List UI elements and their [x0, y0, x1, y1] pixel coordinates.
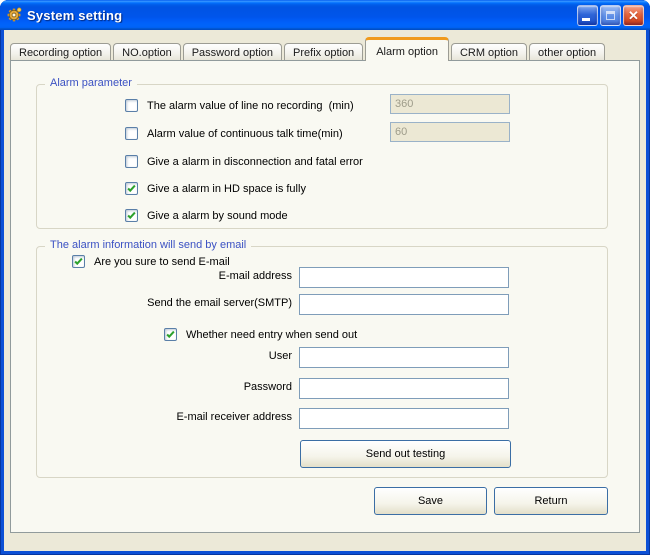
tab-crm-option[interactable]: CRM option — [450, 43, 528, 60]
maximize-icon — [606, 10, 615, 20]
email-receiver-label: E-mail receiver address — [176, 411, 292, 423]
password-label: Password — [243, 381, 292, 393]
entry-when-send-checkbox[interactable] — [164, 328, 177, 341]
system-setting-window: System setting ✕ Recording option NO.opt… — [0, 0, 650, 555]
return-button[interactable]: Return — [494, 487, 608, 515]
entry-when-send-row: Whether need entry when send out — [164, 326, 357, 343]
tab-other-option[interactable]: other option — [529, 43, 606, 60]
continuous-talk-row: Alarm value of continuous talk time(min) — [125, 125, 343, 142]
tab-alarm-option[interactable]: Alarm option — [365, 37, 449, 61]
email-alarm-group: The alarm information will send by email… — [36, 239, 608, 478]
send-email-label: Are you sure to send E-mail — [94, 255, 230, 268]
tab-page-alarm-option: Alarm parameter The alarm value of line … — [10, 60, 640, 533]
email-alarm-group-title: The alarm information will send by email — [45, 239, 252, 251]
client-area: Recording option NO.option Password opti… — [4, 30, 646, 551]
send-out-testing-button[interactable]: Send out testing — [300, 440, 511, 468]
minimize-button[interactable] — [577, 4, 598, 26]
continuous-talk-input — [390, 122, 510, 142]
send-email-checkbox[interactable] — [72, 255, 85, 268]
disconnection-error-row: Give a alarm in disconnection and fatal … — [125, 153, 363, 170]
alarm-parameter-group-title: Alarm parameter — [45, 77, 137, 89]
email-receiver-input[interactable] — [299, 408, 509, 429]
hd-space-full-label: Give a alarm in HD space is fully — [147, 182, 306, 195]
smtp-server-input[interactable] — [299, 294, 509, 315]
app-gear-icon — [6, 7, 22, 23]
alarm-parameter-group: Alarm parameter The alarm value of line … — [36, 77, 608, 229]
email-address-label: E-mail address — [218, 270, 292, 282]
entry-when-send-label: Whether need entry when send out — [186, 328, 358, 341]
window-title: System setting — [27, 7, 123, 23]
line-no-recording-checkbox[interactable] — [125, 99, 138, 112]
line-no-recording-row: The alarm value of line no recording (mi… — [125, 97, 354, 114]
hd-space-full-checkbox[interactable] — [125, 182, 138, 195]
sound-mode-checkbox[interactable] — [125, 209, 138, 222]
user-label: User — [268, 350, 292, 362]
minimize-icon — [582, 17, 590, 21]
maximize-button[interactable] — [600, 4, 621, 26]
close-button[interactable]: ✕ — [623, 4, 644, 26]
send-email-row: Are you sure to send E-mail — [72, 253, 230, 270]
disconnection-error-label: Give a alarm in disconnection and fatal … — [147, 155, 363, 168]
tab-no-option[interactable]: NO.option — [113, 43, 181, 60]
user-input[interactable] — [299, 347, 509, 368]
window-controls: ✕ — [577, 4, 644, 26]
tab-prefix-option[interactable]: Prefix option — [284, 43, 364, 60]
save-button[interactable]: Save — [374, 487, 487, 515]
sound-mode-label: Give a alarm by sound mode — [147, 209, 288, 222]
sound-mode-row: Give a alarm by sound mode — [125, 207, 288, 224]
tab-recording-option[interactable]: Recording option — [10, 43, 112, 60]
tab-strip: Recording option NO.option Password opti… — [10, 37, 607, 61]
continuous-talk-checkbox[interactable] — [125, 127, 138, 140]
password-input[interactable] — [299, 378, 509, 399]
smtp-server-label: Send the email server(SMTP) — [147, 297, 292, 309]
close-icon: ✕ — [628, 7, 639, 23]
line-no-recording-label: The alarm value of line no recording (mi… — [147, 99, 354, 112]
continuous-talk-label: Alarm value of continuous talk time(min) — [147, 127, 343, 140]
disconnection-error-checkbox[interactable] — [125, 155, 138, 168]
tab-password-option[interactable]: Password option — [182, 43, 283, 60]
titlebar[interactable]: System setting ✕ — [0, 0, 650, 30]
hd-space-full-row: Give a alarm in HD space is fully — [125, 180, 306, 197]
line-no-recording-input — [390, 94, 510, 114]
email-address-input[interactable] — [299, 267, 509, 288]
